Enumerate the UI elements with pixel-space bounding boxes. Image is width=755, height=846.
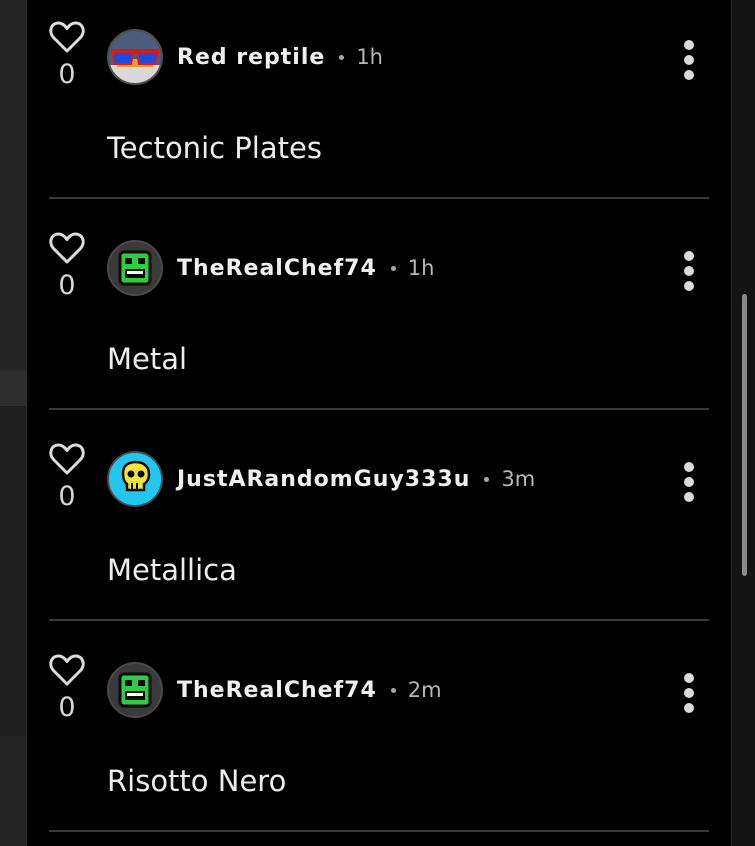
avatar[interactable] bbox=[107, 451, 163, 507]
more-options-icon[interactable] bbox=[677, 673, 701, 713]
comment-meta: TheRealChef74 1h bbox=[177, 253, 434, 283]
like-count: 0 bbox=[58, 481, 76, 512]
like-control: 0 bbox=[49, 20, 85, 100]
more-options-icon[interactable] bbox=[677, 40, 701, 80]
comments-panel: 0 Red reptile 1h Tectonic Plates 0 TheRe… bbox=[26, 0, 732, 846]
like-control: 0 bbox=[49, 442, 85, 522]
username[interactable]: Red reptile bbox=[177, 45, 325, 70]
comment-item: 0 TheRealChef74 2m Risotto Nero bbox=[49, 653, 709, 846]
divider bbox=[49, 197, 709, 199]
yellow-skull-icon bbox=[109, 453, 161, 505]
scrollbar-thumb[interactable] bbox=[742, 294, 747, 576]
separator-dot bbox=[339, 55, 345, 60]
more-options-icon[interactable] bbox=[677, 251, 701, 291]
comment-text: Risotto Nero bbox=[107, 764, 287, 798]
timestamp: 1h bbox=[356, 45, 383, 69]
comment-text: Metallica bbox=[107, 553, 237, 587]
like-count: 0 bbox=[58, 270, 76, 301]
divider bbox=[49, 830, 709, 832]
comment-text: Metal bbox=[107, 342, 188, 376]
background-strip-top bbox=[0, 0, 28, 370]
like-count: 0 bbox=[58, 59, 76, 90]
heart-icon[interactable] bbox=[49, 20, 85, 54]
background-strip-mid bbox=[0, 370, 28, 406]
avatar[interactable] bbox=[107, 662, 163, 718]
separator-dot bbox=[484, 477, 490, 482]
avatar[interactable] bbox=[107, 240, 163, 296]
like-count: 0 bbox=[58, 692, 76, 723]
background-strip-lower bbox=[0, 406, 28, 736]
heart-icon[interactable] bbox=[49, 231, 85, 265]
divider bbox=[49, 408, 709, 410]
like-control: 0 bbox=[49, 653, 85, 733]
like-control: 0 bbox=[49, 231, 85, 311]
username[interactable]: JustARandomGuy333u bbox=[177, 467, 470, 492]
timestamp: 1h bbox=[407, 256, 435, 280]
comment-text: Tectonic Plates bbox=[107, 131, 322, 165]
comment-meta: Red reptile 1h bbox=[177, 42, 383, 72]
username[interactable]: TheRealChef74 bbox=[177, 678, 377, 703]
separator-dot bbox=[390, 688, 396, 693]
green-monster-face-icon bbox=[109, 664, 161, 716]
more-options-icon[interactable] bbox=[677, 462, 701, 502]
background-strip-bottom bbox=[0, 736, 28, 846]
comment-meta: JustARandomGuy333u 3m bbox=[177, 464, 535, 494]
comment-meta: TheRealChef74 2m bbox=[177, 675, 442, 705]
heart-icon[interactable] bbox=[49, 442, 85, 476]
heart-icon[interactable] bbox=[49, 653, 85, 687]
separator-dot bbox=[390, 266, 396, 271]
timestamp: 3m bbox=[501, 467, 536, 491]
divider bbox=[49, 619, 709, 621]
timestamp: 2m bbox=[407, 678, 442, 702]
green-monster-face-icon bbox=[109, 242, 161, 294]
username[interactable]: TheRealChef74 bbox=[177, 256, 377, 281]
avatar[interactable] bbox=[107, 29, 163, 85]
sunglasses-face-icon bbox=[109, 31, 161, 83]
